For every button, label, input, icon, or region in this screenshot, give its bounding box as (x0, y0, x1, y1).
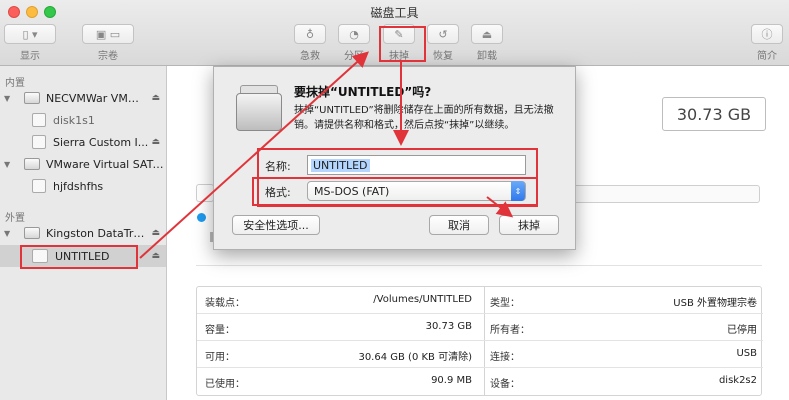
confirm-erase-button[interactable]: 抹掉 (499, 215, 559, 235)
dialog-title: 要抹掉“UNTITLED”吗? (294, 85, 432, 99)
info-value: USB (736, 348, 757, 359)
info-value: USB 外置物理宗卷 (673, 298, 757, 309)
volume-label: 宗卷 (98, 51, 118, 62)
unmount-label: 卸载 (477, 51, 497, 62)
display-label: 显示 (20, 51, 40, 62)
volume-button[interactable]: ▣ ▭ 宗卷 (82, 24, 134, 62)
table-row: 装载点： /Volumes/UNTITLED 类型： USB 外置物理宗卷 (197, 287, 763, 314)
info-key: 装载点： (205, 298, 245, 309)
info-value: 30.73 GB (425, 321, 472, 332)
info-key: 设备： (490, 379, 520, 390)
annotation-box-format (252, 177, 538, 206)
info-key: 类型： (490, 298, 520, 309)
sidebar-item-volume[interactable]: Sierra Custom I... ⏏ (0, 131, 166, 153)
info-value: 已停用 (727, 325, 757, 336)
sidebar-item-disk[interactable]: ▼ VMware Virtual SATA... (0, 153, 166, 175)
annotation-box-erase-toolbar (379, 26, 426, 62)
sidebar-item-label: VMware Virtual SATA... (46, 157, 166, 171)
info-table: 装载点： /Volumes/UNTITLED 类型： USB 外置物理宗卷 容量… (196, 286, 763, 396)
first-aid-label: 急救 (300, 51, 320, 62)
partition-label: 分区 (344, 51, 364, 62)
disclosure-triangle-icon[interactable]: ▼ (4, 229, 14, 238)
cancel-button[interactable]: 取消 (429, 215, 489, 235)
sidebar-item-label: hjfdshfhs (53, 179, 104, 193)
eject-icon[interactable]: ⏏ (151, 228, 160, 238)
display-button[interactable]: ▯ ▾ 显示 (4, 24, 56, 62)
sidebar-item-volume[interactable]: hjfdshfhs (0, 175, 166, 197)
info-key: 容量： (205, 325, 235, 336)
restore-button[interactable]: ↺ 恢复 (427, 24, 459, 62)
info-icon: ⓘ (751, 24, 783, 44)
sidebar-item-label: NECVMWar VMw... (46, 91, 146, 105)
sidebar-item-disk[interactable]: ▼ Kingston DataTra... ⏏ (0, 222, 166, 244)
volume-icon (32, 135, 46, 149)
volume-icon (32, 179, 46, 193)
info-button[interactable]: ⓘ 简介 (751, 24, 783, 62)
pie-icon: ◔ (338, 24, 370, 44)
drive-icon-body (236, 93, 282, 131)
sidebar-item-disk[interactable]: ▼ NECVMWar VMw... ⏏ (0, 87, 166, 109)
sidebar-toggle-icon: ▯ ▾ (4, 24, 56, 44)
info-value: /Volumes/UNTITLED (373, 294, 472, 305)
restore-icon: ↺ (427, 24, 459, 44)
info-key: 所有者： (490, 325, 530, 336)
window-title: 磁盘工具 (370, 6, 419, 20)
info-key: 可用： (205, 352, 235, 363)
info-key: 连接： (490, 352, 520, 363)
sidebar-item-label: Sierra Custom I... (53, 135, 149, 149)
security-options-button[interactable]: 安全性选项... (232, 215, 320, 235)
info-label: 简介 (757, 51, 777, 62)
table-row: 可用： 30.64 GB (0 KB 可清除) 连接： USB (197, 341, 763, 368)
eject-icon[interactable]: ⏏ (151, 251, 160, 261)
sidebar-item-volume[interactable]: disk1s1 (0, 109, 166, 131)
divider (196, 265, 762, 266)
unmount-button[interactable]: ⏏ 卸载 (471, 24, 503, 62)
info-value: disk2s2 (718, 375, 757, 386)
eject-icon: ⏏ (471, 24, 503, 44)
used-space-dot-icon (197, 213, 206, 222)
drive-icon (236, 83, 282, 135)
info-value: 30.64 GB (0 KB 可清除) (358, 352, 472, 363)
first-aid-button[interactable]: ♁ 急救 (294, 24, 326, 62)
stethoscope-icon: ♁ (294, 24, 326, 44)
info-value: 90.9 MB (431, 375, 472, 386)
volume-size-display: 30.73 GB (662, 97, 766, 131)
disclosure-triangle-icon[interactable]: ▼ (4, 160, 14, 169)
bar-fragment (196, 184, 214, 202)
hard-disk-icon (24, 158, 40, 170)
sidebar-item-label: Kingston DataTra... (46, 226, 146, 240)
disclosure-triangle-icon[interactable]: ▼ (4, 94, 14, 103)
eject-icon[interactable]: ⏏ (151, 137, 160, 147)
usb-disk-icon (24, 227, 40, 239)
dialog-description: 抹掉“UNTITLED”将删除储存在上面的所有数据，且无法撤销。请提供名称和格式… (294, 105, 554, 131)
table-row: 容量： 30.73 GB 所有者： 已停用 (197, 314, 763, 341)
volume-icon: ▣ ▭ (82, 24, 134, 44)
volume-icon (32, 113, 46, 127)
sidebar: 内置 ▼ NECVMWar VMw... ⏏ disk1s1 Sierra Cu… (0, 66, 167, 400)
restore-label: 恢复 (433, 51, 453, 62)
eject-icon[interactable]: ⏏ (151, 93, 160, 103)
table-row: 已使用： 90.9 MB 设备： disk2s2 (197, 368, 763, 395)
partition-button[interactable]: ◔ 分区 (338, 24, 370, 62)
info-key: 已使用： (205, 379, 245, 390)
sidebar-item-label: disk1s1 (53, 113, 95, 127)
hard-disk-icon (24, 92, 40, 104)
annotation-box-untitled (20, 245, 138, 269)
